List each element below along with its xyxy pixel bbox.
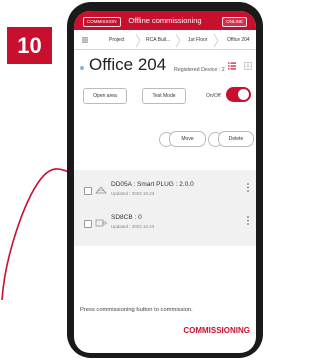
grid-view-icon[interactable] <box>244 62 252 70</box>
move-button[interactable]: Move <box>169 131 206 147</box>
sensor-icon <box>95 219 107 227</box>
breadcrumb: Project RCA Buil... 1st Floor Office 204 <box>74 32 256 50</box>
more-options-icon[interactable] <box>247 183 249 192</box>
menu-icon[interactable] <box>82 37 88 43</box>
breadcrumb-item-building[interactable]: RCA Buil... <box>146 37 170 43</box>
list-item[interactable]: SD8CB : 0 Updated : 2023.10.23 <box>74 206 256 242</box>
device-name: SD8CB : 0 <box>111 214 142 221</box>
breadcrumb-item-floor[interactable]: 1st Floor <box>188 37 207 43</box>
list-view-icon[interactable] <box>228 62 236 70</box>
delete-button[interactable]: Delete <box>218 131 254 147</box>
phone-screen: COMMISSION Offline commissioning ONLINE … <box>74 11 256 353</box>
room-title: Office 204 <box>89 55 167 74</box>
registered-device-count: Registered Device : 2 <box>174 67 225 73</box>
device-name: DD05A : Smart PLUG : 2.0.0 <box>111 181 194 188</box>
status-dot <box>80 66 84 70</box>
step-number-badge: 10 <box>7 27 52 64</box>
more-options-icon[interactable] <box>247 216 249 225</box>
breadcrumb-item-room[interactable]: Office 204 <box>227 37 250 43</box>
plug-icon <box>95 186 107 194</box>
open-area-button[interactable]: Open area <box>83 88 127 104</box>
device-list: DD05A : Smart PLUG : 2.0.0 Updated : 202… <box>74 170 256 246</box>
chevron-right-icon <box>213 33 219 48</box>
list-item[interactable]: DD05A : Smart PLUG : 2.0.0 Updated : 202… <box>74 172 256 208</box>
toggle-knob <box>238 89 249 100</box>
device-updated: Updated : 2023.10.23 <box>111 191 155 196</box>
breadcrumb-item-project[interactable]: Project <box>109 37 125 43</box>
device-checkbox[interactable] <box>84 220 92 228</box>
test-mode-button[interactable]: Test Mode <box>142 88 186 104</box>
chevron-right-icon <box>135 33 141 48</box>
app-header: COMMISSION Offline commissioning ONLINE <box>74 11 256 30</box>
device-updated: Updated : 2023.10.23 <box>111 224 155 229</box>
online-mode-button[interactable]: ONLINE <box>222 17 247 27</box>
device-checkbox[interactable] <box>84 187 92 195</box>
commissioning-button[interactable]: COMMISSIONING <box>183 326 250 335</box>
on-off-label: On/Off <box>206 93 221 99</box>
chevron-right-icon <box>175 33 181 48</box>
commission-hint: Press commissioning button to commission… <box>80 307 193 313</box>
on-off-toggle[interactable] <box>226 87 251 102</box>
